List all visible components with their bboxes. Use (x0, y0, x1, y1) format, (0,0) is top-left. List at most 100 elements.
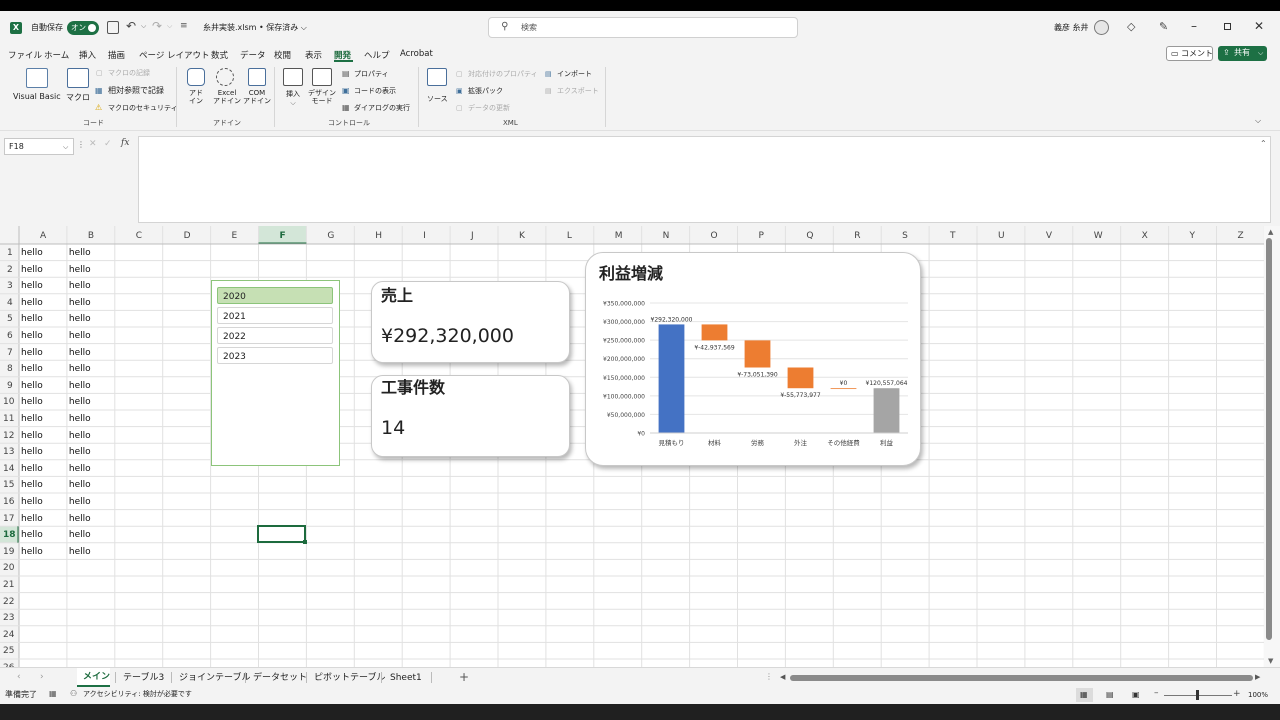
horizontal-scroll-thumb[interactable] (790, 675, 1253, 681)
column-header[interactable]: I (423, 231, 426, 241)
row-header[interactable]: 22 (3, 597, 14, 607)
slicer-item-2021[interactable]: 2021 (217, 307, 333, 324)
accessibility-status[interactable]: アクセシビリティ: 検討が必要です (83, 691, 192, 698)
row-header[interactable]: 13 (3, 447, 14, 457)
column-header[interactable]: B (88, 231, 94, 241)
column-header[interactable]: X (1142, 231, 1148, 241)
row-header[interactable]: 7 (7, 348, 13, 358)
cell-B7[interactable]: hello (69, 348, 91, 358)
slicer-item-2023[interactable]: 2023 (217, 347, 333, 364)
undo-icon[interactable]: ↶ (126, 20, 136, 32)
scroll-left-icon[interactable]: ◀ (780, 674, 785, 681)
cell-B16[interactable]: hello (69, 497, 91, 507)
collapse-formula-icon[interactable]: ⌃ (1260, 140, 1267, 148)
excel-addin-button[interactable]: Excel アドイン (213, 68, 241, 106)
enter-icon[interactable]: ✓ (104, 140, 112, 149)
sheet-tab-join-table[interactable]: ジョインテーブル (179, 674, 250, 683)
cell-B10[interactable]: hello (69, 397, 91, 407)
row-header[interactable]: 16 (3, 497, 14, 507)
row-header[interactable]: 17 (3, 514, 14, 524)
cell-A9[interactable]: hello (21, 381, 43, 391)
sheet-tab-main[interactable]: メイン (77, 668, 110, 687)
scroll-up-icon[interactable]: ▲ (1268, 229, 1273, 236)
row-header[interactable]: 11 (3, 414, 14, 424)
sheet-tab-table3[interactable]: テーブル3 (123, 674, 164, 683)
tab-draw[interactable]: 描画 (108, 49, 125, 61)
restore-icon[interactable] (1224, 23, 1231, 30)
column-header[interactable]: T (950, 231, 956, 241)
file-name[interactable]: 糸井実装.xlsm • 保存済み ⌵ (203, 24, 307, 32)
scroll-down-icon[interactable]: ▼ (1268, 658, 1273, 665)
comment-button[interactable]: ▭ コメント (1166, 46, 1213, 61)
column-header[interactable]: Q (806, 231, 813, 241)
redo-dropdown-icon[interactable]: ⌵ (167, 23, 172, 30)
row-header[interactable]: 19 (3, 547, 14, 557)
cell-A13[interactable]: hello (21, 447, 43, 457)
slicer-item-2022[interactable]: 2022 (217, 327, 333, 344)
row-header[interactable]: 23 (3, 613, 14, 623)
search-box[interactable]: ⚲ 検索 (488, 17, 798, 38)
row-header[interactable]: 21 (3, 580, 14, 590)
avatar[interactable] (1094, 20, 1109, 35)
redo-icon[interactable]: ↷ (152, 20, 162, 32)
tab-formulas[interactable]: 数式 (211, 49, 228, 61)
page-layout-view-icon[interactable]: ▤ (1106, 691, 1114, 699)
column-header[interactable]: G (327, 231, 334, 241)
vertical-scrollbar[interactable]: ▲ ▼ (1264, 226, 1280, 670)
refresh-data-button[interactable]: データの更新 (468, 105, 510, 112)
column-header[interactable]: Z (1237, 231, 1243, 241)
tab-acrobat[interactable]: Acrobat (400, 49, 433, 59)
column-header[interactable]: V (1046, 231, 1052, 241)
expansion-pack-button[interactable]: 拡張パック (468, 88, 503, 95)
insert-control-button[interactable]: 挿入 ⌵ (283, 68, 303, 108)
cell-B8[interactable]: hello (69, 364, 91, 374)
row-header[interactable]: 18 (3, 530, 16, 540)
tab-help[interactable]: ヘルプ (364, 49, 390, 61)
save-icon[interactable] (107, 21, 119, 34)
column-header[interactable]: C (136, 231, 142, 241)
selected-cell[interactable] (257, 525, 306, 543)
cell-A15[interactable]: hello (21, 480, 43, 490)
row-header[interactable]: 8 (7, 364, 13, 374)
column-header[interactable]: F (279, 231, 285, 241)
row-header[interactable]: 25 (3, 646, 14, 656)
tab-file[interactable]: ファイル (8, 49, 42, 61)
slicer-item-2020[interactable]: 2020 (217, 287, 333, 304)
profit-chart-card[interactable]: 利益増減 ¥350,000,000 ¥300,000,000 ¥250,000,00… (585, 252, 921, 466)
zoom-out-icon[interactable]: – (1154, 689, 1159, 698)
fill-handle[interactable] (303, 540, 307, 544)
cell-A18[interactable]: hello (21, 530, 43, 540)
row-header[interactable]: 9 (7, 381, 13, 391)
collapse-ribbon-icon[interactable]: ⌵ (1255, 117, 1261, 125)
row-header[interactable]: 15 (3, 480, 14, 490)
cell-B2[interactable]: hello (69, 265, 91, 275)
cell-B12[interactable]: hello (69, 431, 91, 441)
row-header[interactable]: 3 (7, 281, 13, 291)
prev-sheet-icon[interactable]: ‹ (17, 673, 21, 682)
column-header[interactable]: Y (1190, 231, 1196, 241)
next-sheet-icon[interactable]: › (40, 673, 44, 682)
minimize-icon[interactable]: – (1191, 20, 1197, 32)
cell-A6[interactable]: hello (21, 331, 43, 341)
vertical-scroll-thumb[interactable] (1266, 238, 1272, 640)
view-code-button[interactable]: コードの表示 (354, 88, 396, 95)
row-header[interactable]: 5 (7, 314, 13, 324)
row-header[interactable]: 1 (7, 248, 13, 258)
cell-A4[interactable]: hello (21, 298, 43, 308)
cell-B13[interactable]: hello (69, 447, 91, 457)
com-addin-button[interactable]: COM アドイン (243, 68, 271, 106)
zoom-slider-thumb[interactable] (1196, 690, 1199, 700)
column-header[interactable]: R (854, 231, 860, 241)
cell-A12[interactable]: hello (21, 431, 43, 441)
tab-bar-options-icon[interactable]: ⋮ (765, 673, 773, 681)
share-button[interactable]: ⇪ 共有 ⌵ (1218, 46, 1267, 61)
column-header[interactable]: K (519, 231, 525, 241)
cell-B18[interactable]: hello (69, 530, 91, 540)
close-icon[interactable]: ✕ (1254, 20, 1264, 32)
cell-A8[interactable]: hello (21, 364, 43, 374)
row-header[interactable]: 2 (7, 265, 13, 275)
cell-A1[interactable]: hello (21, 248, 43, 258)
cell-A16[interactable]: hello (21, 497, 43, 507)
tab-page-layout[interactable]: ページ レイアウト (139, 49, 210, 61)
name-box[interactable]: F18 ⌵ (4, 138, 74, 155)
